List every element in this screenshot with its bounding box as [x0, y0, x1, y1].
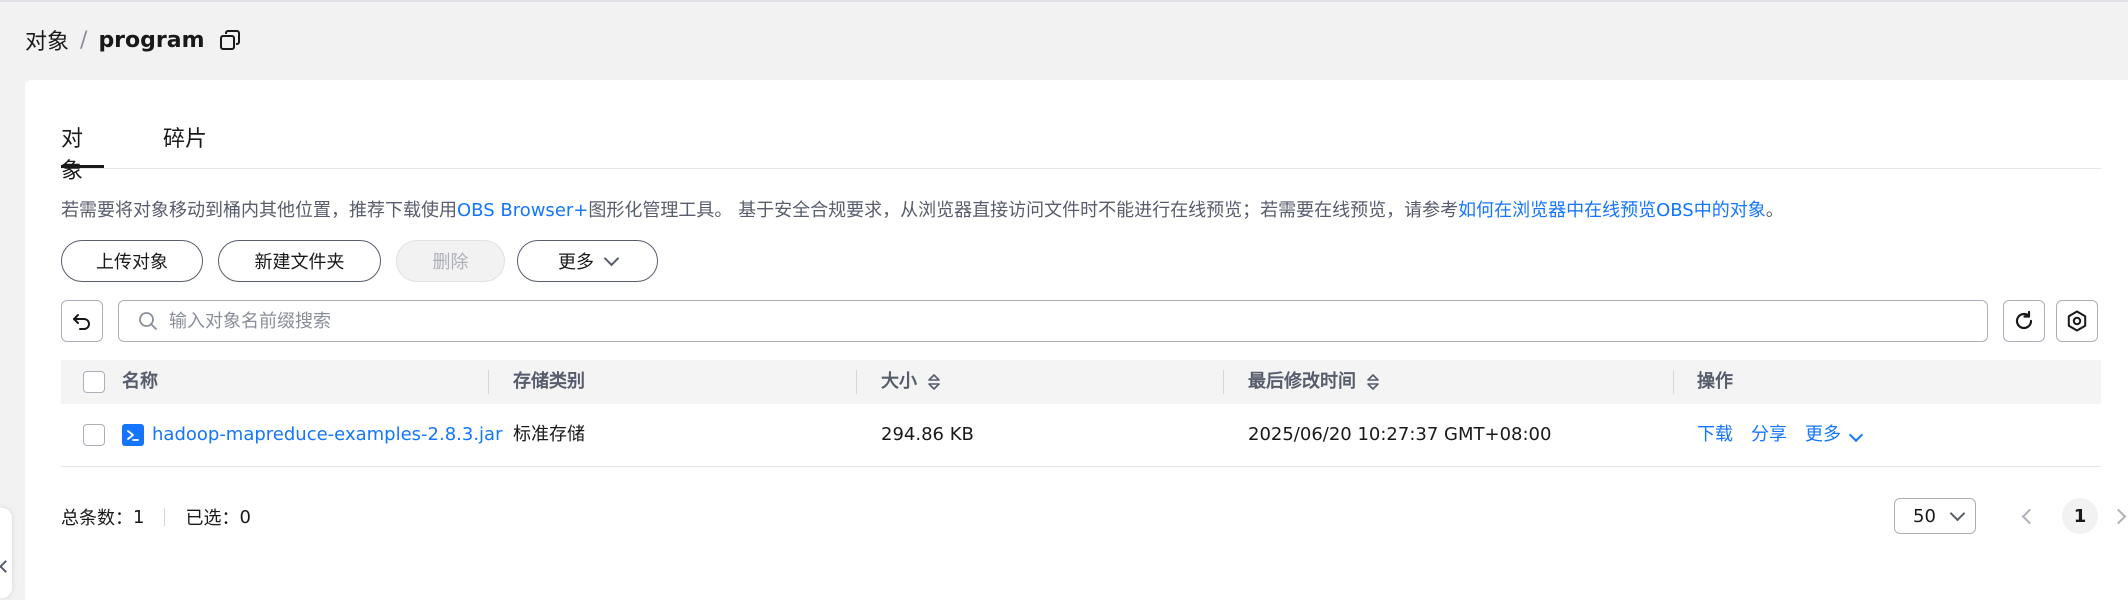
size-cell: 294.86 KB [881, 424, 974, 445]
summary-divider [164, 508, 166, 526]
select-all-checkbox[interactable] [83, 371, 105, 393]
row-checkbox[interactable] [83, 424, 105, 446]
total-count: 1 [133, 506, 145, 528]
notice-text: 若需要将对象移动到桶内其他位置，推荐下载使用OBS Browser+图形化管理工… [61, 198, 1784, 224]
notice-part2: 图形化管理工具。 基于安全合规要求，从浏览器直接访问文件时不能进行在线预览；若需… [588, 200, 1459, 221]
back-button[interactable] [61, 300, 103, 342]
chevron-left-icon [2021, 508, 2037, 524]
more-button[interactable]: 更多 [517, 240, 658, 282]
search-box [118, 300, 1988, 342]
objects-table: 名称 存储类别 大小 最后修改时间 操作 hadoop-mapreduce-ex… [61, 360, 2101, 467]
header-modified-label: 最后修改时间 [1248, 371, 1356, 392]
column-divider [1223, 370, 1224, 394]
delete-button[interactable]: 删除 [396, 240, 505, 282]
storage-class-cell: 标准存储 [513, 424, 585, 445]
tab-objects[interactable]: 对象 [61, 124, 104, 184]
side-panel-toggle[interactable] [0, 508, 12, 598]
file-icon [122, 424, 144, 446]
content-card: 对象 碎片 若需要将对象移动到桶内其他位置，推荐下载使用OBS Browser+… [25, 80, 2128, 600]
download-link[interactable]: 下载 [1697, 404, 1733, 466]
copy-icon[interactable] [217, 27, 243, 53]
row-more-link[interactable]: 更多 [1805, 404, 1864, 466]
page-size-value: 50 [1913, 505, 1936, 527]
search-icon [137, 310, 159, 332]
table-row: hadoop-mapreduce-examples-2.8.3.jar 标准存储… [61, 404, 2101, 467]
chevron-down-icon [1949, 505, 1966, 521]
online-preview-help-link[interactable]: 如何在浏览器中在线预览OBS中的对象 [1458, 200, 1766, 221]
header-actions: 操作 [1697, 371, 1733, 392]
settings-icon [2067, 310, 2087, 332]
selection-summary: 总条数： 1 已选： 0 [61, 504, 251, 530]
selected-label: 已选： [185, 508, 240, 529]
undo-icon [73, 314, 90, 330]
notice-part3: 。 [1765, 200, 1784, 221]
chevron-down-icon [603, 250, 620, 266]
breadcrumb-current: program [98, 27, 205, 53]
next-page-button[interactable] [2108, 506, 2128, 526]
object-name-cell: hadoop-mapreduce-examples-2.8.3.jar [122, 404, 502, 466]
header-name: 名称 [122, 371, 158, 392]
more-label: 更多 [558, 252, 594, 273]
notice-part1: 若需要将对象移动到桶内其他位置，推荐下载使用 [61, 200, 457, 221]
pagination-bar: 总条数： 1 已选： 0 50 1 [61, 498, 2126, 538]
refresh-icon [2015, 310, 2033, 330]
header-size-label: 大小 [881, 371, 917, 392]
prev-page-button[interactable] [2019, 506, 2039, 526]
sort-icon[interactable] [1366, 373, 1380, 391]
settings-button[interactable] [2056, 300, 2098, 342]
obs-browser-link[interactable]: OBS Browser+ [457, 200, 588, 221]
row-more-label: 更多 [1805, 424, 1841, 445]
tab-bar: 对象 碎片 [61, 124, 2101, 184]
breadcrumb-root[interactable]: 对象 [25, 24, 69, 56]
column-divider [1673, 370, 1674, 394]
chevron-down-icon [1848, 427, 1864, 443]
header-size[interactable]: 大小 [881, 360, 941, 404]
chevron-right-icon [2110, 508, 2126, 524]
page-size-select[interactable]: 50 [1894, 498, 1976, 534]
total-label: 总条数： [61, 508, 133, 529]
table-header: 名称 存储类别 大小 最后修改时间 操作 [61, 360, 2101, 404]
actions-cell: 下载 分享 更多 [1697, 404, 1864, 466]
selected-count: 0 [239, 506, 251, 528]
sort-icon[interactable] [927, 373, 941, 391]
upload-object-button[interactable]: 上传对象 [61, 240, 203, 282]
modified-time-cell: 2025/06/20 10:27:37 GMT+08:00 [1248, 424, 1552, 445]
new-folder-button[interactable]: 新建文件夹 [218, 240, 381, 282]
new-folder-label: 新建文件夹 [254, 252, 345, 273]
share-link[interactable]: 分享 [1751, 404, 1787, 466]
breadcrumb: 对象 / program [25, 24, 243, 56]
search-input[interactable] [167, 309, 1951, 333]
chevron-left-icon [0, 560, 12, 573]
page-number-current[interactable]: 1 [2062, 498, 2098, 534]
header-storage: 存储类别 [513, 371, 585, 392]
header-modified[interactable]: 最后修改时间 [1248, 360, 1380, 404]
breadcrumb-separator: / [80, 27, 88, 53]
top-divider [0, 0, 2128, 2]
column-divider [856, 370, 857, 394]
tab-fragments[interactable]: 碎片 [163, 124, 207, 168]
column-divider [488, 370, 489, 394]
delete-label: 删除 [432, 252, 469, 273]
upload-label: 上传对象 [96, 252, 168, 273]
refresh-button[interactable] [2003, 300, 2045, 342]
object-name-link[interactable]: hadoop-mapreduce-examples-2.8.3.jar [152, 404, 502, 466]
